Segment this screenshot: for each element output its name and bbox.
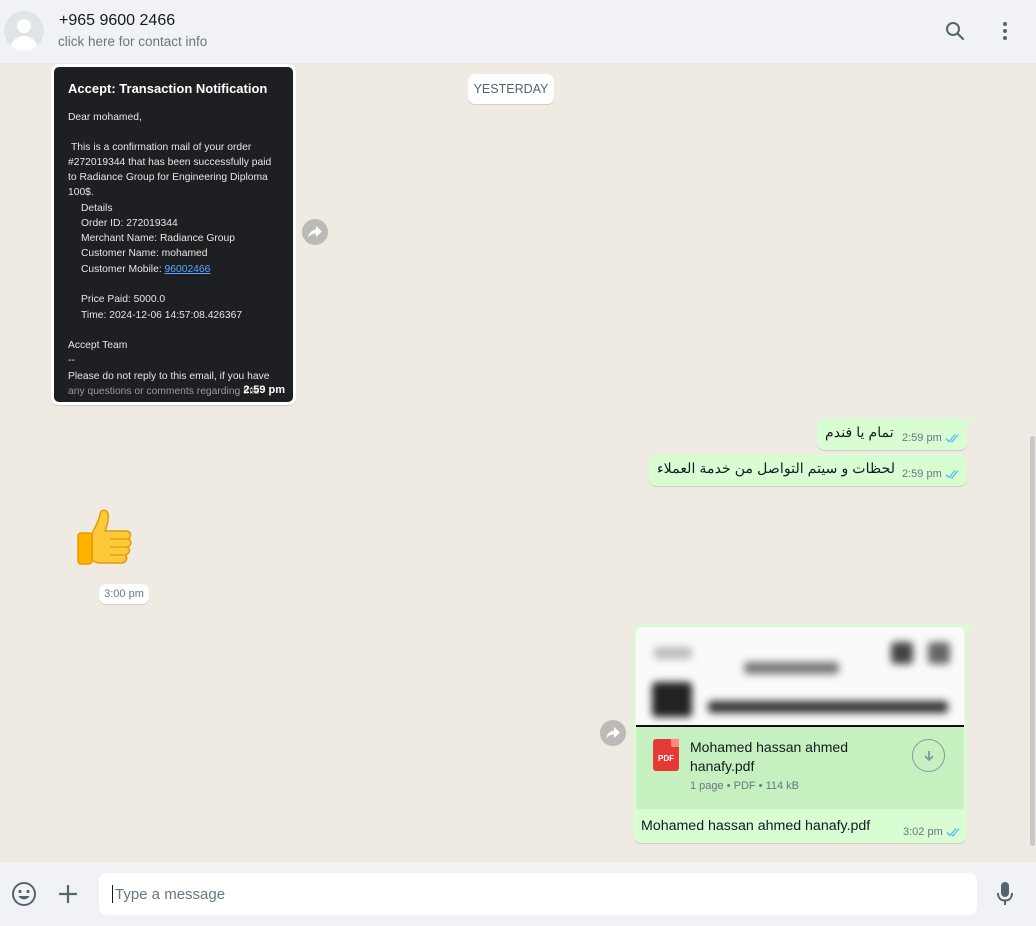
date-separator: YESTERDAY [468,74,554,104]
mail-line: Please do not reply to this email, if yo… [68,371,270,382]
microphone-icon[interactable] [991,880,1019,908]
document-caption: Mohamed hassan ahmed hanafy.pdf [641,818,871,834]
mail-line: Merchant Name: Radiance Group [81,233,235,244]
incoming-image-message[interactable]: Accept: Transaction Notification Dear mo… [51,64,296,405]
outgoing-message[interactable]: لحظات و سيتم التواصل من خدمة العملاء 2:5… [649,454,967,486]
document-name: Mohamed hassan ahmed hanafy.pdf [690,739,848,774]
mail-line: -- [68,355,75,366]
message-time: 2:59 pm [243,384,285,396]
message-time: 3:02 pm [903,826,943,838]
document-meta: 1 page • PDF • 114 kB [690,780,800,792]
forward-icon[interactable] [302,219,328,245]
chat-header: +965 9600 2466 click here for contact in… [0,0,1036,64]
read-receipt-icon [945,434,959,443]
mail-title: Accept: Transaction Notification [68,81,268,96]
mail-line: Details [81,203,113,214]
forward-icon[interactable] [600,720,626,746]
search-icon[interactable] [942,18,968,44]
message-text: تمام يا فندم [825,425,894,441]
mail-line: to Radiance Group for Engineering Diplom… [68,172,268,183]
message-time: 2:59 pm [902,468,942,480]
mail-line: any questions or comments regarding this [68,386,260,397]
read-receipt-icon [946,828,960,837]
mail-line: This is a confirmation mail of your orde… [71,142,252,153]
document-preview[interactable] [636,627,964,727]
chat-area[interactable]: YESTERDAY Accept: Transaction Notificati… [0,64,1036,862]
chat-scrollbar[interactable] [1030,436,1035,846]
message-time: 2:59 pm [902,432,942,444]
thumbs-up-sticker[interactable] [70,504,138,572]
text-caret [112,885,113,903]
document-info[interactable]: PDF Mohamed hassan ahmed hanafy.pdf 1 pa… [636,727,964,809]
emoji-icon[interactable] [10,880,38,908]
mail-line: #272019344 that has been successfully pa… [68,157,272,168]
message-time: 3:00 pm [99,584,149,604]
compose-bar [0,862,1036,926]
menu-icon[interactable] [992,18,1018,44]
outgoing-document-message[interactable]: PDF Mohamed hassan ahmed hanafy.pdf 1 pa… [633,624,975,843]
message-meta: 3:02 pm [903,826,962,838]
contact-avatar[interactable] [4,11,44,51]
message-input[interactable] [99,873,977,915]
mail-line: 100$. [68,187,94,198]
message-meta: 2:59 pm [902,432,961,444]
mail-line: Customer Mobile: 96002466 [81,264,211,275]
mail-greeting: Dear mohamed, [68,112,142,123]
mail-line: Order ID: 272019344 [81,218,178,229]
message-meta: 2:59 pm [902,468,961,480]
mail-line: Customer Name: mohamed [81,248,208,259]
mail-line: Price Paid: 5000.0 [81,294,166,305]
mail-line: Time: 2024-12-06 14:57:08.426367 [81,310,243,321]
mail-line: Accept Team [68,340,128,351]
mobile-link: 96002466 [164,264,211,275]
email-screenshot-image[interactable]: Accept: Transaction Notification Dear mo… [54,67,293,402]
contact-name[interactable]: +965 9600 2466 [59,12,175,30]
attach-plus-icon[interactable] [54,880,82,908]
message-text: لحظات و سيتم التواصل من خدمة العملاء [657,461,896,477]
read-receipt-icon [945,470,959,479]
pdf-icon: PDF [653,739,679,771]
outgoing-message[interactable]: تمام يا فندم 2:59 pm [817,418,975,450]
download-icon[interactable] [912,739,945,772]
contact-info-hint[interactable]: click here for contact info [58,34,207,49]
